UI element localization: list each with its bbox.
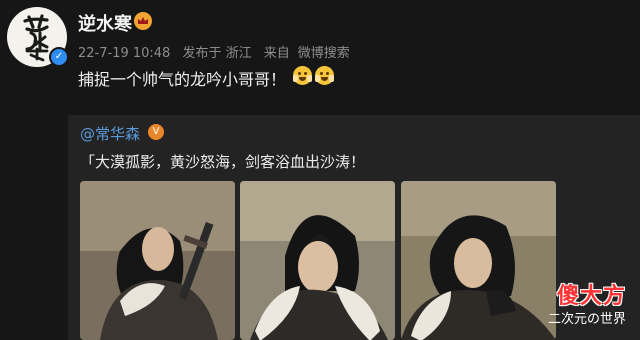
watermark: 傻大方 二次元の世界 xyxy=(526,278,634,334)
repost-body-text: 「大漠孤影，黄沙怒海，剑客浴血出沙涛！ xyxy=(80,153,366,171)
post-location: 发布于 浙江 xyxy=(182,46,252,61)
post-source-link[interactable]: 微博搜索 xyxy=(298,46,350,61)
repost-author-link[interactable]: @常华森 xyxy=(80,123,140,144)
repost-verified-badge-icon: V xyxy=(148,124,164,140)
repost-photo-1[interactable] xyxy=(80,181,235,340)
repost-photo-2[interactable] xyxy=(240,181,395,340)
post-timestamp[interactable]: 22-7-19 10:48 xyxy=(78,46,170,61)
post-body-text: 捕捉一个帅气的龙吟小哥哥！ xyxy=(78,70,287,89)
vip-crown-icon[interactable] xyxy=(134,12,152,30)
post-source-prefix: 来自 xyxy=(263,46,290,61)
watermark-main-text: 傻大方 xyxy=(556,284,626,309)
watermark-sub-text: 二次元の世界 xyxy=(547,312,626,327)
verified-badge-icon: ✓ xyxy=(49,47,69,67)
author-name[interactable]: 逆水寒 xyxy=(78,10,132,36)
post-meta: 22-7-19 10:48 发布于 浙江 来自 微博搜索 xyxy=(78,42,350,61)
astonished-face-emoji-icon xyxy=(293,66,312,85)
astonished-face-emoji-icon xyxy=(315,66,334,85)
